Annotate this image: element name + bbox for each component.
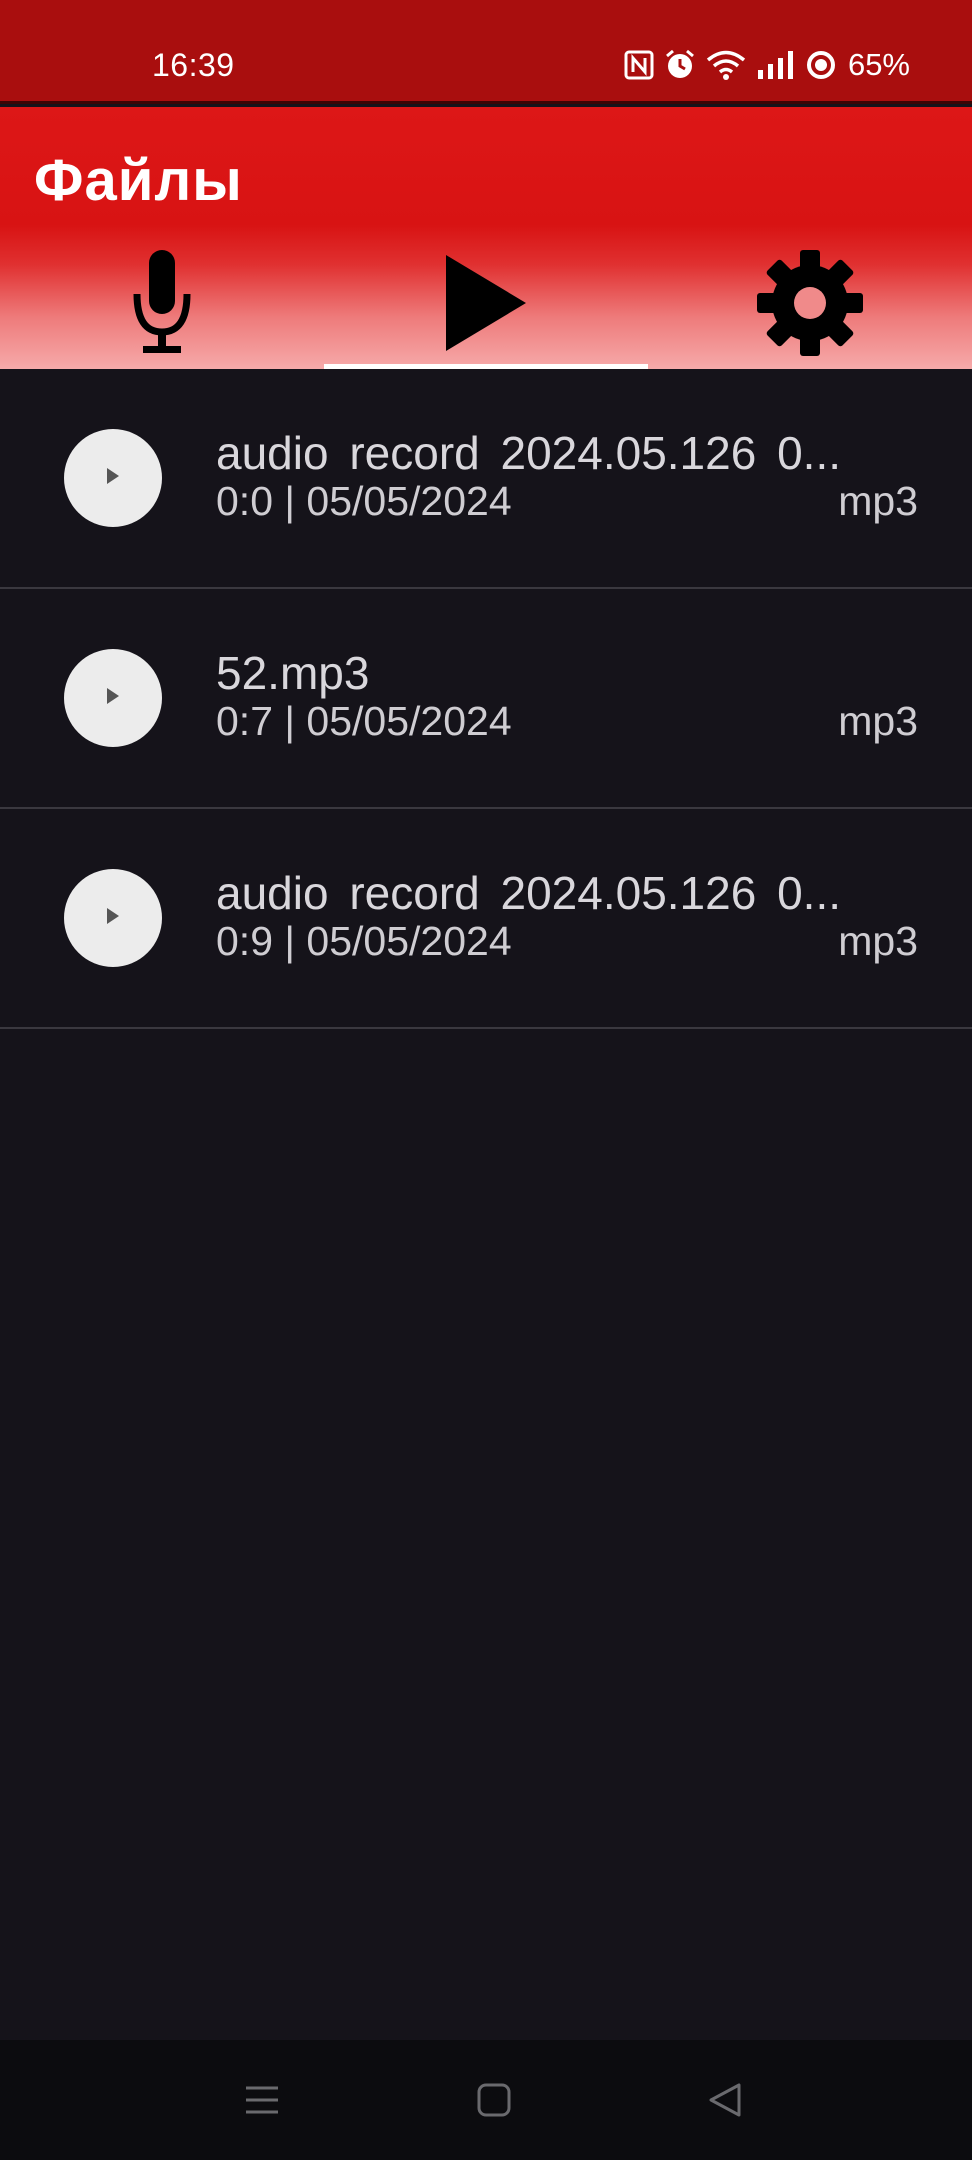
alarm-icon <box>664 49 696 81</box>
play-icon <box>444 253 528 358</box>
file-meta: 0:9 | 05/05/2024 <box>216 918 512 964</box>
file-meta: 0:0 | 05/05/2024 <box>216 478 512 524</box>
battery-percentage: 65% <box>847 47 910 82</box>
play-button[interactable] <box>64 649 162 747</box>
signal-icon <box>756 50 796 80</box>
menu-icon <box>238 2086 286 2128</box>
wifi-icon <box>706 49 746 81</box>
file-title: 52.mp3 <box>216 647 370 699</box>
microphone-icon <box>131 248 193 363</box>
tab-record[interactable] <box>0 242 324 369</box>
system-nav-bar <box>0 2040 972 2160</box>
back-icon <box>702 2083 750 2128</box>
status-icons: 65% <box>624 45 910 85</box>
app-bar: Файлы <box>0 107 972 369</box>
play-button[interactable] <box>64 429 162 527</box>
page-title: Файлы <box>34 148 243 213</box>
home-icon <box>470 2083 518 2128</box>
gear-icon <box>753 246 867 365</box>
tab-bar <box>0 242 972 369</box>
tab-files[interactable] <box>324 242 648 369</box>
home-button[interactable] <box>470 2076 518 2124</box>
file-meta: 0:7 | 05/05/2024 <box>216 698 512 744</box>
play-icon <box>106 907 120 930</box>
file-extension: mp3 <box>838 698 918 744</box>
back-button[interactable] <box>702 2076 750 2124</box>
file-title: audio record 2024.05.126 0... <box>216 867 842 919</box>
play-icon <box>106 467 120 490</box>
play-icon <box>106 687 120 710</box>
status-bar: 16:39 65% <box>0 0 972 104</box>
list-item[interactable]: audio record 2024.05.126 0... 0:9 | 05/0… <box>0 809 972 1029</box>
battery-icon <box>806 50 836 80</box>
file-title: audio record 2024.05.126 0... <box>216 427 842 479</box>
list-item[interactable]: audio record 2024.05.126 0... 0:0 | 05/0… <box>0 369 972 589</box>
file-extension: mp3 <box>838 918 918 964</box>
tab-settings[interactable] <box>648 242 972 369</box>
status-time: 16:39 <box>152 47 235 83</box>
file-list: audio record 2024.05.126 0... 0:0 | 05/0… <box>0 369 972 1029</box>
play-button[interactable] <box>64 869 162 967</box>
list-item[interactable]: 52.mp3 0:7 | 05/05/2024 mp3 <box>0 589 972 809</box>
nfc-icon <box>624 50 654 80</box>
menu-button[interactable] <box>238 2076 286 2124</box>
file-extension: mp3 <box>838 478 918 524</box>
